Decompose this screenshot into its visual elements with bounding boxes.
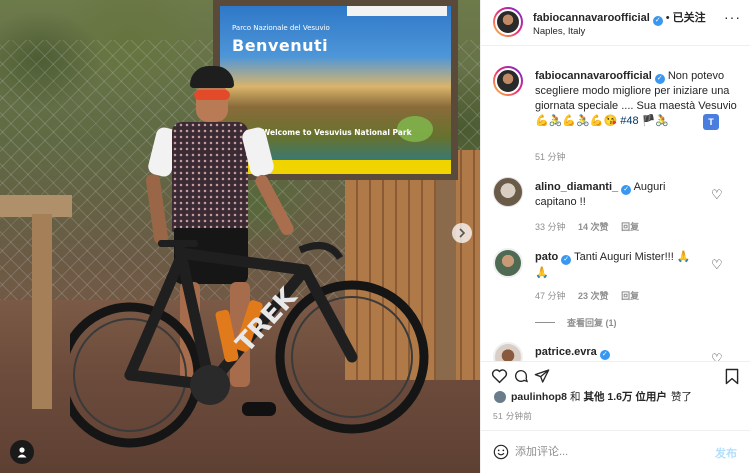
caption-avatar[interactable]: [493, 66, 523, 96]
caption-time: 51 分钟: [535, 152, 566, 162]
comment-meta: 33 分钟 14 次赞 回复: [535, 220, 639, 233]
verified-badge-icon: ✓: [654, 74, 665, 84]
view-replies-line: [535, 322, 555, 323]
post-actions: paulinhop8 和 其他 1.6万 位用户 赞了 51 分钟前: [481, 361, 750, 441]
comment-reply-button[interactable]: 回复: [621, 291, 639, 301]
share-paper-plane-icon[interactable]: [534, 368, 550, 384]
bench-leg: [32, 214, 52, 409]
comment-emoji-line: 🙏: [535, 267, 549, 279]
post-side-panel: fabiocannavaroofficial ✓ • 已关注 Naples, Ital…: [480, 0, 750, 473]
sign-logos: [347, 6, 447, 16]
liker-username[interactable]: paulinhop8: [511, 391, 567, 403]
hashtag-link[interactable]: #48: [620, 115, 638, 127]
likes-and: 和: [570, 391, 581, 403]
comment-likes[interactable]: 23 次赞: [578, 291, 609, 301]
author-username[interactable]: fabiocannavaroofficial: [533, 12, 650, 24]
post-location[interactable]: Naples, Italy: [533, 26, 585, 37]
emoji-smiley-icon[interactable]: [493, 444, 509, 460]
translate-icon[interactable]: T: [703, 114, 719, 130]
sign-welcome-en: Welcome to Vesuvius National Park: [262, 128, 412, 137]
caption-emojis: 💪🚴💪🚴💪😘: [535, 115, 618, 127]
caption-username[interactable]: fabiocannavaroofficial: [535, 70, 652, 82]
view-replies-button[interactable]: 查看回复 (1): [535, 316, 617, 329]
post-photo[interactable]: Parco Nazionale del Vesuvio Benvenuti We…: [0, 0, 480, 473]
author-avatar[interactable]: [493, 7, 523, 37]
post-timestamp[interactable]: 51 分钟前: [493, 410, 532, 422]
following-button[interactable]: 已关注: [673, 12, 706, 24]
caption-emojis-2: 🏴🚴: [641, 115, 670, 127]
jersey: [172, 122, 248, 232]
comment-time: 47 分钟: [535, 291, 566, 301]
comment-username[interactable]: patrice.evra: [535, 346, 597, 358]
comment: alino_diamanti_ ✓ Auguri capitano !!: [535, 180, 705, 210]
comment: pato ✓ Tanti Auguri Mister!!! 🙏: [535, 250, 710, 265]
verified-badge-icon: ✓: [561, 255, 572, 265]
like-heart-icon[interactable]: [491, 368, 508, 384]
sign-park-name: Parco Nazionale del Vesuvio: [232, 24, 330, 32]
comment-avatar[interactable]: [493, 177, 523, 207]
comment-time: 33 分钟: [535, 222, 566, 232]
comment-like-heart-icon[interactable]: ♡: [711, 351, 723, 361]
comment-input[interactable]: [515, 443, 695, 461]
comment-username[interactable]: alino_diamanti_: [535, 181, 618, 193]
sunglasses: [194, 90, 230, 100]
save-bookmark-icon[interactable]: [725, 368, 739, 385]
likes-others[interactable]: 其他 1.6万 位用户: [584, 389, 667, 404]
comment-likes[interactable]: 14 次赞: [578, 222, 609, 232]
comment-reply-button[interactable]: 回复: [621, 222, 639, 232]
comment-like-heart-icon[interactable]: ♡: [711, 257, 723, 273]
view-replies-label[interactable]: 查看回复 (1): [567, 316, 617, 329]
road-bike: TREK: [70, 240, 429, 448]
verified-badge-icon: ✓: [599, 350, 610, 360]
helmet: [190, 66, 234, 88]
add-comment-bar: 发布: [481, 430, 750, 473]
comment-meta: 47 分钟 23 次赞 回复: [535, 289, 639, 302]
comment-bubble-icon[interactable]: [513, 368, 529, 384]
comment-username[interactable]: pato: [535, 251, 558, 263]
comment: patrice.evra ✓: [535, 345, 610, 360]
post-comment-button[interactable]: 发布: [715, 445, 737, 461]
chevron-right-icon: [459, 228, 466, 238]
likes-suffix: 赞了: [670, 391, 692, 403]
post-header: fabiocannavaroofficial ✓ • 已关注 Naples, Ital…: [481, 0, 750, 46]
verified-badge-icon: ✓: [621, 185, 632, 195]
comment-avatar[interactable]: [493, 342, 523, 361]
comment-avatar[interactable]: [493, 248, 523, 278]
liker-avatar[interactable]: [493, 389, 507, 404]
likes-summary: paulinhop8 和 其他 1.6万 位用户 赞了: [493, 389, 692, 404]
more-options-icon[interactable]: ···: [724, 9, 741, 25]
tagged-users-button[interactable]: [10, 440, 34, 464]
comment-like-heart-icon[interactable]: ♡: [711, 187, 723, 203]
user-icon: [17, 447, 27, 458]
comments-scroll-area[interactable]: fabiocannavaroofficial ✓ Non potevo scegl…: [481, 46, 750, 361]
sign-welcome-title: Benvenuti: [232, 36, 329, 55]
separator-dot: •: [665, 12, 670, 24]
verified-badge-icon: ✓: [652, 16, 663, 26]
carousel-next-button[interactable]: [452, 223, 472, 243]
comment-text: Tanti Auguri Mister!!! 🙏: [574, 251, 691, 263]
